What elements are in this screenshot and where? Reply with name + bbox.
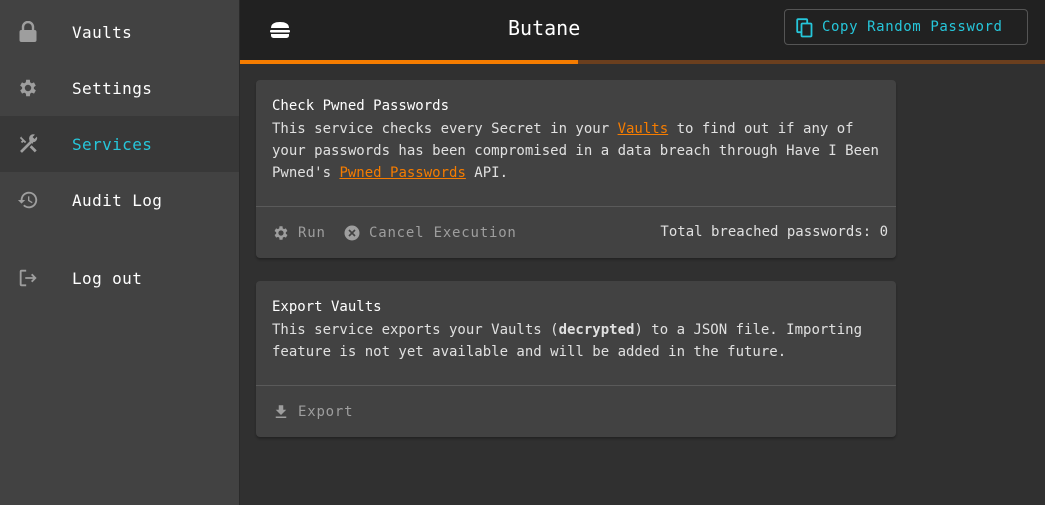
tools-icon (16, 132, 40, 156)
export-vaults-card: Export Vaults This service exports your … (256, 281, 896, 437)
sidebar-item-label: Log out (72, 268, 143, 288)
burger-menu-icon[interactable] (268, 18, 292, 42)
progress-bar (240, 60, 1045, 64)
sidebar-item-label: Settings (72, 78, 153, 98)
copy-button-label: Copy Random Password (822, 19, 1003, 35)
card-description: This service checks every Secret in your… (272, 118, 880, 184)
card-title: Check Pwned Passwords (272, 98, 450, 114)
sidebar-item-vaults[interactable]: Vaults (0, 4, 239, 60)
export-button[interactable]: Export (272, 403, 353, 421)
cancel-label: Cancel Execution (369, 225, 517, 241)
cancel-circle-icon (343, 224, 361, 242)
copy-random-password-button[interactable]: Copy Random Password (784, 9, 1028, 45)
sidebar-item-audit-log[interactable]: Audit Log (0, 172, 239, 228)
download-icon (272, 403, 290, 421)
card-description: This service exports your Vaults (decryp… (272, 319, 880, 363)
export-label: Export (298, 404, 354, 420)
top-toolbar: Butane Copy Random Password (240, 0, 1045, 60)
description-bold-text: decrypted (558, 322, 635, 338)
sidebar-item-services[interactable]: Services (0, 116, 239, 172)
pwned-passwords-link[interactable]: Pwned Passwords (339, 165, 465, 181)
sidebar-item-settings[interactable]: Settings (0, 60, 239, 116)
divider (256, 385, 896, 386)
breached-passwords-count: Total breached passwords: 0 (660, 224, 888, 240)
description-text: API. (465, 165, 509, 181)
sidebar: Vaults Settings Services Audit Log Log o… (0, 0, 240, 505)
gear-icon (272, 224, 290, 242)
run-button[interactable]: Run (272, 224, 326, 242)
sidebar-item-label: Vaults (72, 22, 133, 42)
card-title: Export Vaults (272, 299, 382, 315)
sidebar-item-label: Audit Log (72, 190, 163, 210)
description-text: This service checks every Secret in your (272, 121, 618, 137)
gear-icon (16, 76, 40, 100)
copy-icon (796, 18, 816, 38)
cancel-execution-button[interactable]: Cancel Execution (343, 224, 517, 242)
vaults-link[interactable]: Vaults (618, 121, 669, 137)
sidebar-item-label: Services (72, 134, 153, 154)
app-title: Butane (508, 16, 581, 40)
divider (256, 206, 896, 207)
logout-icon (16, 266, 40, 290)
sidebar-item-logout[interactable]: Log out (0, 250, 239, 306)
history-icon (16, 188, 40, 212)
run-label: Run (298, 225, 326, 241)
progress-fill (240, 60, 579, 64)
lock-icon (16, 20, 40, 44)
pwned-passwords-card: Check Pwned Passwords This service check… (256, 80, 896, 258)
description-text: This service exports your Vaults ( (272, 322, 559, 338)
